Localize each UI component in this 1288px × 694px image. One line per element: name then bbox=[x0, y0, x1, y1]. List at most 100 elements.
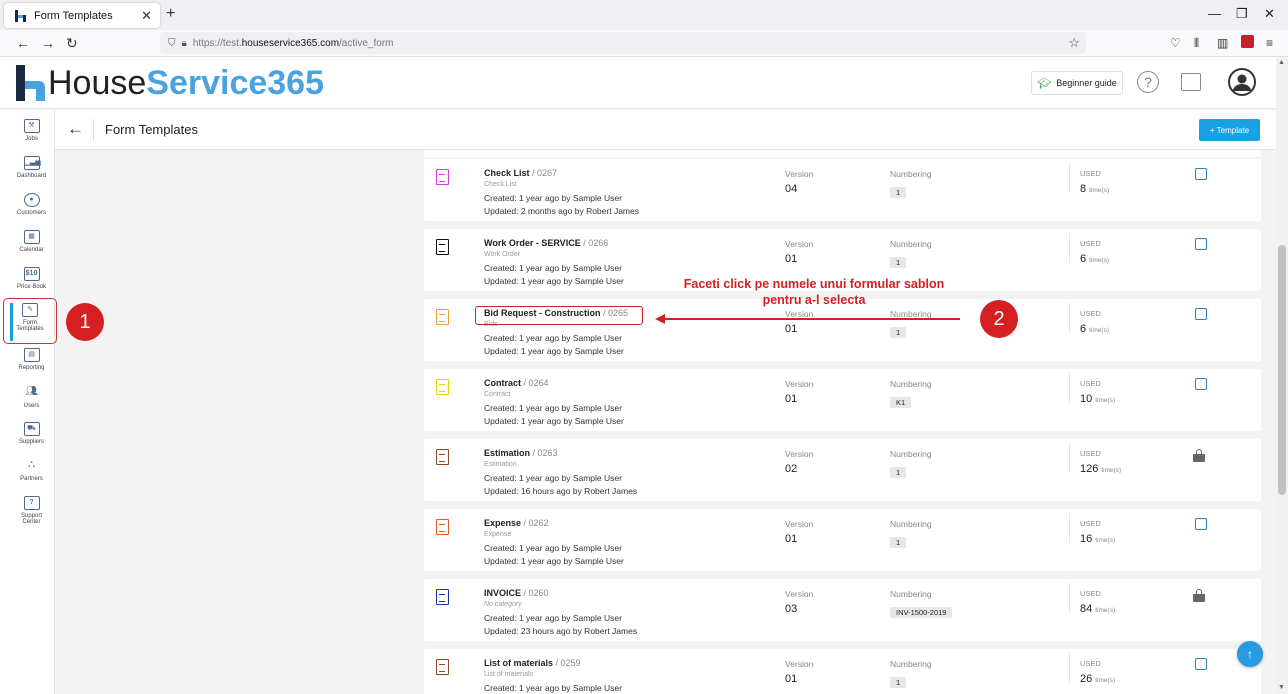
numbering-label: Numbering bbox=[890, 239, 932, 249]
page-scrollbar[interactable]: ▲ ▼ bbox=[1276, 57, 1288, 694]
sidebar-item-jobs[interactable]: ⚒ Jobs bbox=[0, 119, 63, 142]
numbering-badge: INV-1500-2019 bbox=[890, 607, 953, 618]
sidebar-item-price-book[interactable]: $10 Price Book bbox=[0, 267, 63, 290]
template-card[interactable]: Contract / 0264 Contract Created: 1 year a… bbox=[424, 369, 1261, 431]
template-name[interactable]: Check List bbox=[484, 168, 530, 178]
template-code: / 0262 bbox=[521, 518, 549, 528]
document-icon bbox=[436, 589, 449, 605]
user-avatar-icon[interactable] bbox=[1228, 68, 1256, 96]
close-tab-icon[interactable]: ✕ bbox=[141, 8, 152, 24]
template-created: Created: 1 year ago by Sample User bbox=[484, 333, 622, 343]
template-name-link[interactable]: Work Order - SERVICE / 0266 bbox=[484, 238, 608, 248]
sidebar-item-support-center[interactable]: ? Support Center bbox=[0, 496, 63, 525]
forward-icon[interactable]: → bbox=[41, 35, 55, 51]
houseservice365-logo[interactable]: House Service365 bbox=[14, 63, 324, 103]
sidebar-item-dashboard[interactable]: ▁▃▅ Dashboard bbox=[0, 156, 63, 179]
partners-icon: ⛬ bbox=[28, 459, 35, 470]
template-updated: Updated: 1 year ago by Sample User bbox=[484, 556, 624, 566]
new-tab-button[interactable]: + bbox=[166, 5, 175, 23]
used-count: 26 time(s) bbox=[1080, 673, 1115, 685]
sidebar-item-label: Users bbox=[23, 403, 40, 409]
version-value: 04 bbox=[785, 183, 798, 195]
template-name[interactable]: Estimation bbox=[484, 448, 530, 458]
back-arrow-icon[interactable]: ← bbox=[67, 119, 84, 139]
bookmark-star-icon[interactable]: ☆ bbox=[1068, 35, 1080, 51]
sidebar-item-reporting[interactable]: ▤ Reporting bbox=[0, 348, 63, 371]
scroll-down-icon[interactable]: ▼ bbox=[1278, 684, 1285, 691]
maximize-icon[interactable]: ❐ bbox=[1236, 6, 1248, 22]
select-checkbox[interactable] bbox=[1195, 378, 1207, 390]
select-checkbox[interactable] bbox=[1195, 238, 1207, 250]
numbering-label: Numbering bbox=[890, 659, 932, 669]
sidebar-item-form-templates[interactable]: ✎ Form Templates bbox=[3, 298, 57, 344]
url-bar[interactable]: ⛉ 🔒︎ https://test. houseservice365.com/ac… bbox=[160, 32, 1086, 54]
template-name-link[interactable]: Contract / 0264 bbox=[484, 378, 549, 388]
template-name[interactable]: List of materials bbox=[484, 658, 553, 668]
calendar-icon: ▦ bbox=[23, 230, 40, 244]
select-checkbox[interactable] bbox=[1195, 168, 1207, 180]
template-name-link[interactable]: Estimation / 0263 bbox=[484, 448, 558, 458]
instruction-line-2: pentru a-l selecta bbox=[762, 293, 866, 307]
select-checkbox[interactable] bbox=[1195, 658, 1207, 670]
template-name[interactable]: Expense bbox=[484, 518, 521, 528]
times-label: time(s) bbox=[1095, 397, 1116, 404]
template-name-link[interactable]: List of materials / 0259 bbox=[484, 658, 581, 668]
template-card[interactable]: Expense / 0262 Expense Created: 1 year ago… bbox=[424, 509, 1261, 571]
logo-house: House bbox=[48, 64, 147, 102]
template-name-link[interactable]: Check List / 0267 bbox=[484, 168, 557, 178]
template-updated: Updated: 1 year ago by Sample User bbox=[484, 346, 624, 356]
times-label: time(s) bbox=[1089, 257, 1109, 264]
sidebar-item-calendar[interactable]: ▦ Calendar bbox=[0, 230, 63, 253]
sidebar-item-customers[interactable]: ● Customers bbox=[0, 193, 63, 216]
minimize-icon[interactable]: — bbox=[1208, 6, 1221, 21]
logo-service365: Service365 bbox=[146, 64, 325, 102]
extension-icon[interactable] bbox=[1241, 35, 1254, 48]
version-label: Version bbox=[785, 659, 814, 669]
back-icon[interactable]: ← bbox=[16, 35, 30, 51]
select-checkbox[interactable] bbox=[1195, 308, 1207, 320]
menu-icon[interactable]: ≡ bbox=[1266, 36, 1273, 50]
library-icon[interactable]: ⫴ bbox=[1194, 36, 1199, 51]
template-updated: Updated: 2 months ago by Robert James bbox=[484, 206, 639, 216]
version-value: 02 bbox=[785, 463, 798, 475]
template-name-link[interactable]: INVOICE / 0260 bbox=[484, 588, 549, 598]
used-divider bbox=[1069, 233, 1070, 263]
users-icon: 👥︎ bbox=[25, 386, 38, 397]
template-name-link[interactable]: Expense / 0262 bbox=[484, 518, 549, 528]
sidebar-item-users[interactable]: 👥︎ Users bbox=[0, 386, 63, 409]
template-name[interactable]: Contract bbox=[484, 378, 521, 388]
scroll-to-top-button[interactable]: ↑ bbox=[1237, 641, 1263, 667]
template-name[interactable]: INVOICE bbox=[484, 588, 521, 598]
sidebar-toggle-icon[interactable]: ▥ bbox=[1217, 36, 1228, 50]
close-window-icon[interactable]: ✕ bbox=[1264, 6, 1275, 22]
template-created: Created: 1 year ago by Sample User bbox=[484, 543, 622, 553]
used-count: 10 time(s) bbox=[1080, 393, 1115, 405]
sidebar-item-label: Jobs bbox=[25, 136, 38, 142]
used-count: 6 time(s) bbox=[1080, 253, 1109, 265]
beginner-guide-button[interactable]: 🎓︎ Beginner guide bbox=[1031, 71, 1123, 95]
sidebar-item-label: Dashboard bbox=[16, 173, 47, 179]
template-card[interactable]: Check List / 0267 Check List Created: 1 ye… bbox=[424, 159, 1261, 221]
sidebar-item-suppliers[interactable]: ⛟ Suppliers bbox=[0, 422, 63, 445]
times-label: time(s) bbox=[1095, 677, 1116, 684]
reload-icon[interactable]: ↻ bbox=[66, 35, 78, 52]
browser-tab[interactable]: Form Templates ✕ bbox=[4, 3, 160, 28]
scroll-up-icon[interactable]: ▲ bbox=[1278, 59, 1285, 66]
scrollbar-thumb[interactable] bbox=[1278, 245, 1286, 495]
lock-icon bbox=[1193, 449, 1205, 462]
folder-icon[interactable] bbox=[1181, 73, 1201, 91]
template-name[interactable]: Work Order - SERVICE bbox=[484, 238, 581, 248]
sidebar-item-partners[interactable]: ⛬ Partners bbox=[0, 459, 63, 482]
template-card[interactable]: List of materials / 0259 List of material… bbox=[424, 649, 1261, 694]
template-card[interactable]: Estimation / 0263 Estimation Created: 1 ye… bbox=[424, 439, 1261, 501]
template-list: Check List / 0267 Check List Created: 1 ye… bbox=[424, 150, 1261, 694]
select-checkbox[interactable] bbox=[1195, 518, 1207, 530]
sidebar-item-label: Center bbox=[22, 519, 41, 525]
step-1-marker: 1 bbox=[66, 303, 104, 341]
logo-h-icon bbox=[16, 65, 45, 101]
help-icon[interactable]: ? bbox=[1137, 71, 1159, 93]
add-template-button[interactable]: + Template bbox=[1199, 119, 1260, 141]
template-card[interactable]: INVOICE / 0260 No category Created: 1 year… bbox=[424, 579, 1261, 641]
pocket-icon[interactable]: ♡ bbox=[1170, 36, 1181, 50]
used-value: 10 bbox=[1080, 393, 1093, 405]
